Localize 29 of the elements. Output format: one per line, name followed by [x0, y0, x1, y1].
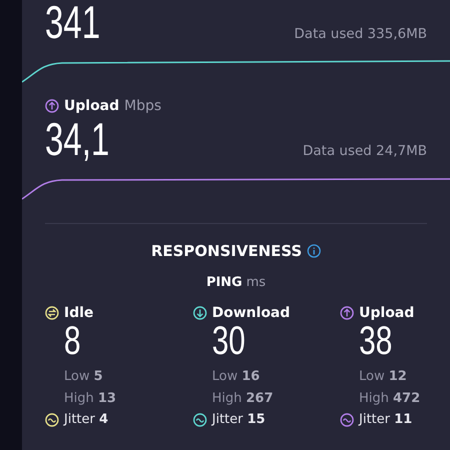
low-value-text: Low 12 [359, 369, 407, 384]
ping-phase-label: Idle [64, 305, 94, 321]
wave-icon [340, 412, 354, 426]
ping-label: PING [206, 275, 242, 290]
upload-label: Upload [64, 98, 120, 114]
jitter-text: Jitter 15 [212, 412, 266, 427]
high-value-text: High 472 [359, 391, 420, 406]
high-value-text: High 13 [64, 391, 116, 406]
low-value-text: Low 5 [64, 369, 103, 384]
swap-arrows-icon [45, 306, 59, 320]
high-value-text: High 267 [212, 391, 274, 406]
jitter-text: Jitter 4 [64, 412, 108, 427]
unit-label: Mbps [124, 98, 162, 114]
wave-icon [193, 412, 207, 426]
upload-speed-value: 34,1 [45, 117, 110, 161]
ping-value: 8 [64, 321, 81, 361]
data-used-text: Data used 335,6MB [294, 26, 427, 42]
info-icon[interactable] [306, 244, 321, 258]
ping-value: 30 [212, 321, 246, 361]
ping-phase-label: Upload [359, 305, 414, 321]
ping-value: 38 [359, 321, 392, 361]
low-value-text: Low 16 [212, 369, 260, 384]
data-used-text: Data used 24,7MB [302, 143, 427, 159]
section-title: RESPONSIVENESS [151, 242, 302, 260]
jitter-text: Jitter 11 [359, 412, 412, 427]
wave-icon [45, 412, 59, 426]
ping-phase-label: Download [212, 305, 290, 321]
download-speed-value: 341 [45, 0, 100, 44]
unit-label: ms [246, 275, 266, 290]
